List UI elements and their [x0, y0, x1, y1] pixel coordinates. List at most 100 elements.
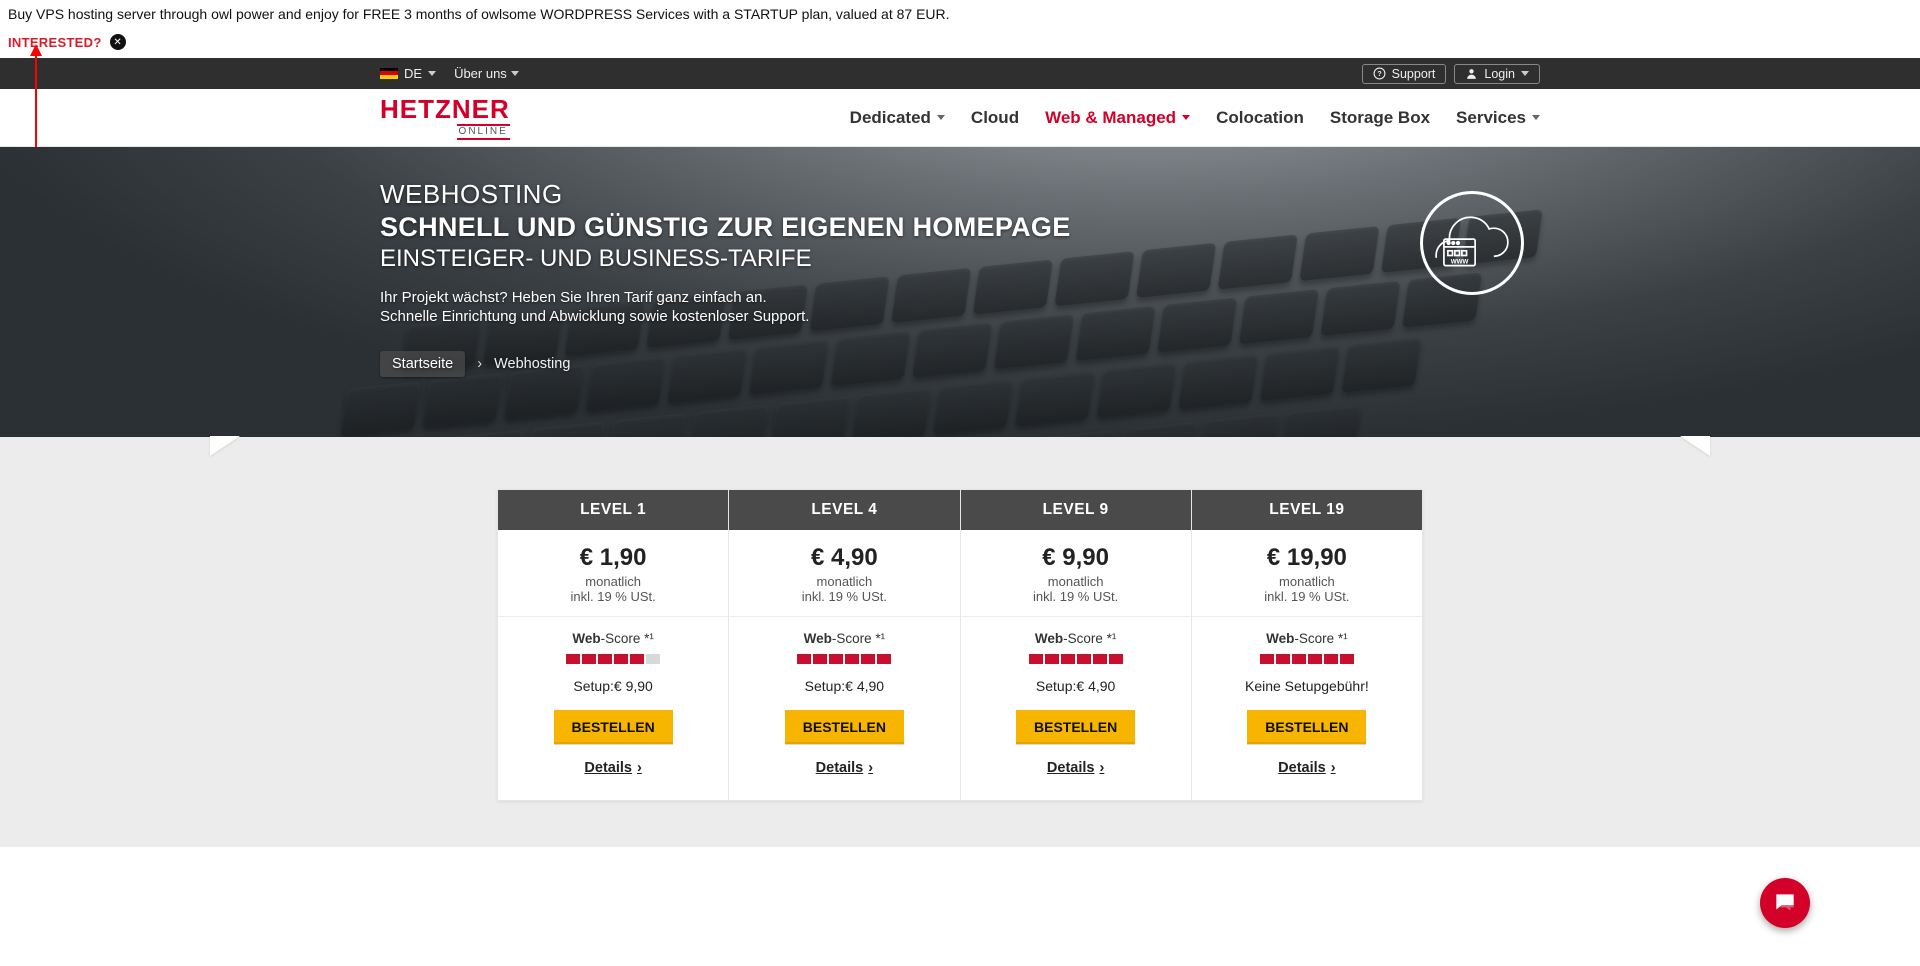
nav-label: Colocation — [1216, 108, 1304, 128]
chevron-down-icon — [1521, 71, 1529, 76]
chevron-down-icon — [511, 71, 519, 76]
score-block-icon — [614, 654, 628, 664]
score-block-icon — [1109, 654, 1123, 664]
logo[interactable]: HETZNER ONLINE — [380, 96, 510, 140]
score-block-icon — [813, 654, 827, 664]
login-label: Login — [1484, 67, 1515, 81]
language-selector[interactable]: DE — [380, 66, 436, 81]
chevron-right-icon: › — [1099, 760, 1104, 776]
plan-tax: inkl. 19 % USt. — [737, 589, 951, 604]
plan-tax: inkl. 19 % USt. — [506, 589, 720, 604]
plan-period: monatlich — [1200, 574, 1414, 589]
score-block-icon — [1061, 654, 1075, 664]
plan-price: € 1,90 — [506, 544, 720, 572]
plan-webscore-label: Web-Score *¹ — [1200, 631, 1414, 646]
about-us-link[interactable]: Über uns — [454, 66, 519, 81]
score-block-icon — [1077, 654, 1091, 664]
pricing-table: LEVEL 1 € 1,90 monatlich inkl. 19 % USt.… — [497, 489, 1423, 801]
language-code: DE — [404, 66, 422, 81]
nav-label: Cloud — [971, 108, 1019, 128]
chat-fab-button[interactable] — [1760, 878, 1810, 928]
chevron-right-icon: › — [868, 760, 873, 776]
breadcrumb: Startseite › Webhosting — [380, 351, 1540, 377]
breadcrumb-current: Webhosting — [494, 356, 570, 372]
logo-text: HETZNER — [380, 96, 510, 122]
chat-icon — [1772, 890, 1798, 916]
pricing-plan: LEVEL 19 € 19,90 monatlich inkl. 19 % US… — [1191, 489, 1423, 801]
about-us-label: Über uns — [454, 66, 507, 81]
score-block-icon — [598, 654, 612, 664]
help-icon: ? — [1373, 67, 1386, 80]
chevron-right-icon: › — [1331, 760, 1336, 776]
chevron-down-icon — [428, 71, 436, 76]
score-block-icon — [1093, 654, 1107, 664]
nav-web-managed[interactable]: Web & Managed — [1045, 108, 1190, 128]
order-button[interactable]: BESTELLEN — [1016, 710, 1135, 744]
score-block-icon — [1324, 654, 1338, 664]
nav-label: Storage Box — [1330, 108, 1430, 128]
promo-banner: Buy VPS hosting server through owl power… — [0, 0, 1920, 58]
score-block-icon — [877, 654, 891, 664]
top-utility-bar: DE Über uns ? Support Login — [0, 58, 1920, 89]
details-link[interactable]: Details› — [584, 760, 641, 776]
svg-text:WWW: WWW — [1451, 258, 1469, 265]
promo-text: Buy VPS hosting server through owl power… — [8, 6, 1912, 22]
nav-dedicated[interactable]: Dedicated — [850, 108, 945, 128]
plan-name: LEVEL 9 — [961, 490, 1191, 530]
details-link[interactable]: Details› — [816, 760, 873, 776]
score-block-icon — [1029, 654, 1043, 664]
plan-webscore-label: Web-Score *¹ — [737, 631, 951, 646]
plan-webscore-label: Web-Score *¹ — [969, 631, 1183, 646]
score-block-icon — [1045, 654, 1059, 664]
pricing-section: LEVEL 1 € 1,90 monatlich inkl. 19 % USt.… — [0, 437, 1920, 847]
decor-notch-left — [210, 436, 240, 456]
user-icon — [1465, 67, 1478, 80]
order-button[interactable]: BESTELLEN — [554, 710, 673, 744]
plan-setup-fee: Keine Setupgebühr! — [1200, 678, 1414, 694]
score-block-icon — [861, 654, 875, 664]
plan-score-bar — [506, 654, 720, 664]
support-button[interactable]: ? Support — [1362, 64, 1447, 84]
support-label: Support — [1392, 67, 1436, 81]
chevron-down-icon — [1532, 115, 1540, 120]
plan-price: € 9,90 — [969, 544, 1183, 572]
plan-price-block: € 4,90 monatlich inkl. 19 % USt. — [729, 530, 959, 617]
plan-period: monatlich — [737, 574, 951, 589]
hero-cloud-browser-icon: WWW — [1420, 191, 1524, 295]
plan-price-block: € 9,90 monatlich inkl. 19 % USt. — [961, 530, 1191, 617]
nav-storage-box[interactable]: Storage Box — [1330, 108, 1430, 128]
decor-notch-right — [1680, 436, 1710, 456]
details-link[interactable]: Details› — [1278, 760, 1335, 776]
nav-label: Dedicated — [850, 108, 931, 128]
plan-price: € 19,90 — [1200, 544, 1414, 572]
pricing-plan: LEVEL 9 € 9,90 monatlich inkl. 19 % USt.… — [960, 489, 1192, 801]
plan-score-bar — [1200, 654, 1414, 664]
score-block-icon — [566, 654, 580, 664]
plan-price: € 4,90 — [737, 544, 951, 572]
svg-text:?: ? — [1377, 71, 1381, 78]
chevron-right-icon: › — [637, 760, 642, 776]
plan-score-bar — [737, 654, 951, 664]
nav-label: Web & Managed — [1045, 108, 1176, 128]
plan-setup-fee: Setup:€ 4,90 — [737, 678, 951, 694]
main-nav: HETZNER ONLINE Dedicated Cloud Web & Man… — [0, 89, 1920, 147]
order-button[interactable]: BESTELLEN — [785, 710, 904, 744]
breadcrumb-home[interactable]: Startseite — [380, 351, 465, 377]
login-button[interactable]: Login — [1454, 64, 1540, 84]
score-block-icon — [1340, 654, 1354, 664]
chevron-down-icon — [1182, 115, 1190, 120]
hero-title-3: EINSTEIGER- UND BUSINESS-TARIFE — [380, 245, 1540, 273]
promo-interested-link[interactable]: INTERESTED? — [8, 35, 102, 50]
pricing-plan: LEVEL 1 € 1,90 monatlich inkl. 19 % USt.… — [497, 489, 729, 801]
plan-name: LEVEL 1 — [498, 490, 728, 530]
score-block-icon — [1292, 654, 1306, 664]
nav-colocation[interactable]: Colocation — [1216, 108, 1304, 128]
score-block-icon — [829, 654, 843, 664]
order-button[interactable]: BESTELLEN — [1247, 710, 1366, 744]
details-link[interactable]: Details› — [1047, 760, 1104, 776]
plan-price-block: € 1,90 monatlich inkl. 19 % USt. — [498, 530, 728, 617]
promo-close-icon[interactable]: ✕ — [110, 34, 126, 50]
plan-setup-fee: Setup:€ 4,90 — [969, 678, 1183, 694]
nav-services[interactable]: Services — [1456, 108, 1540, 128]
nav-cloud[interactable]: Cloud — [971, 108, 1019, 128]
